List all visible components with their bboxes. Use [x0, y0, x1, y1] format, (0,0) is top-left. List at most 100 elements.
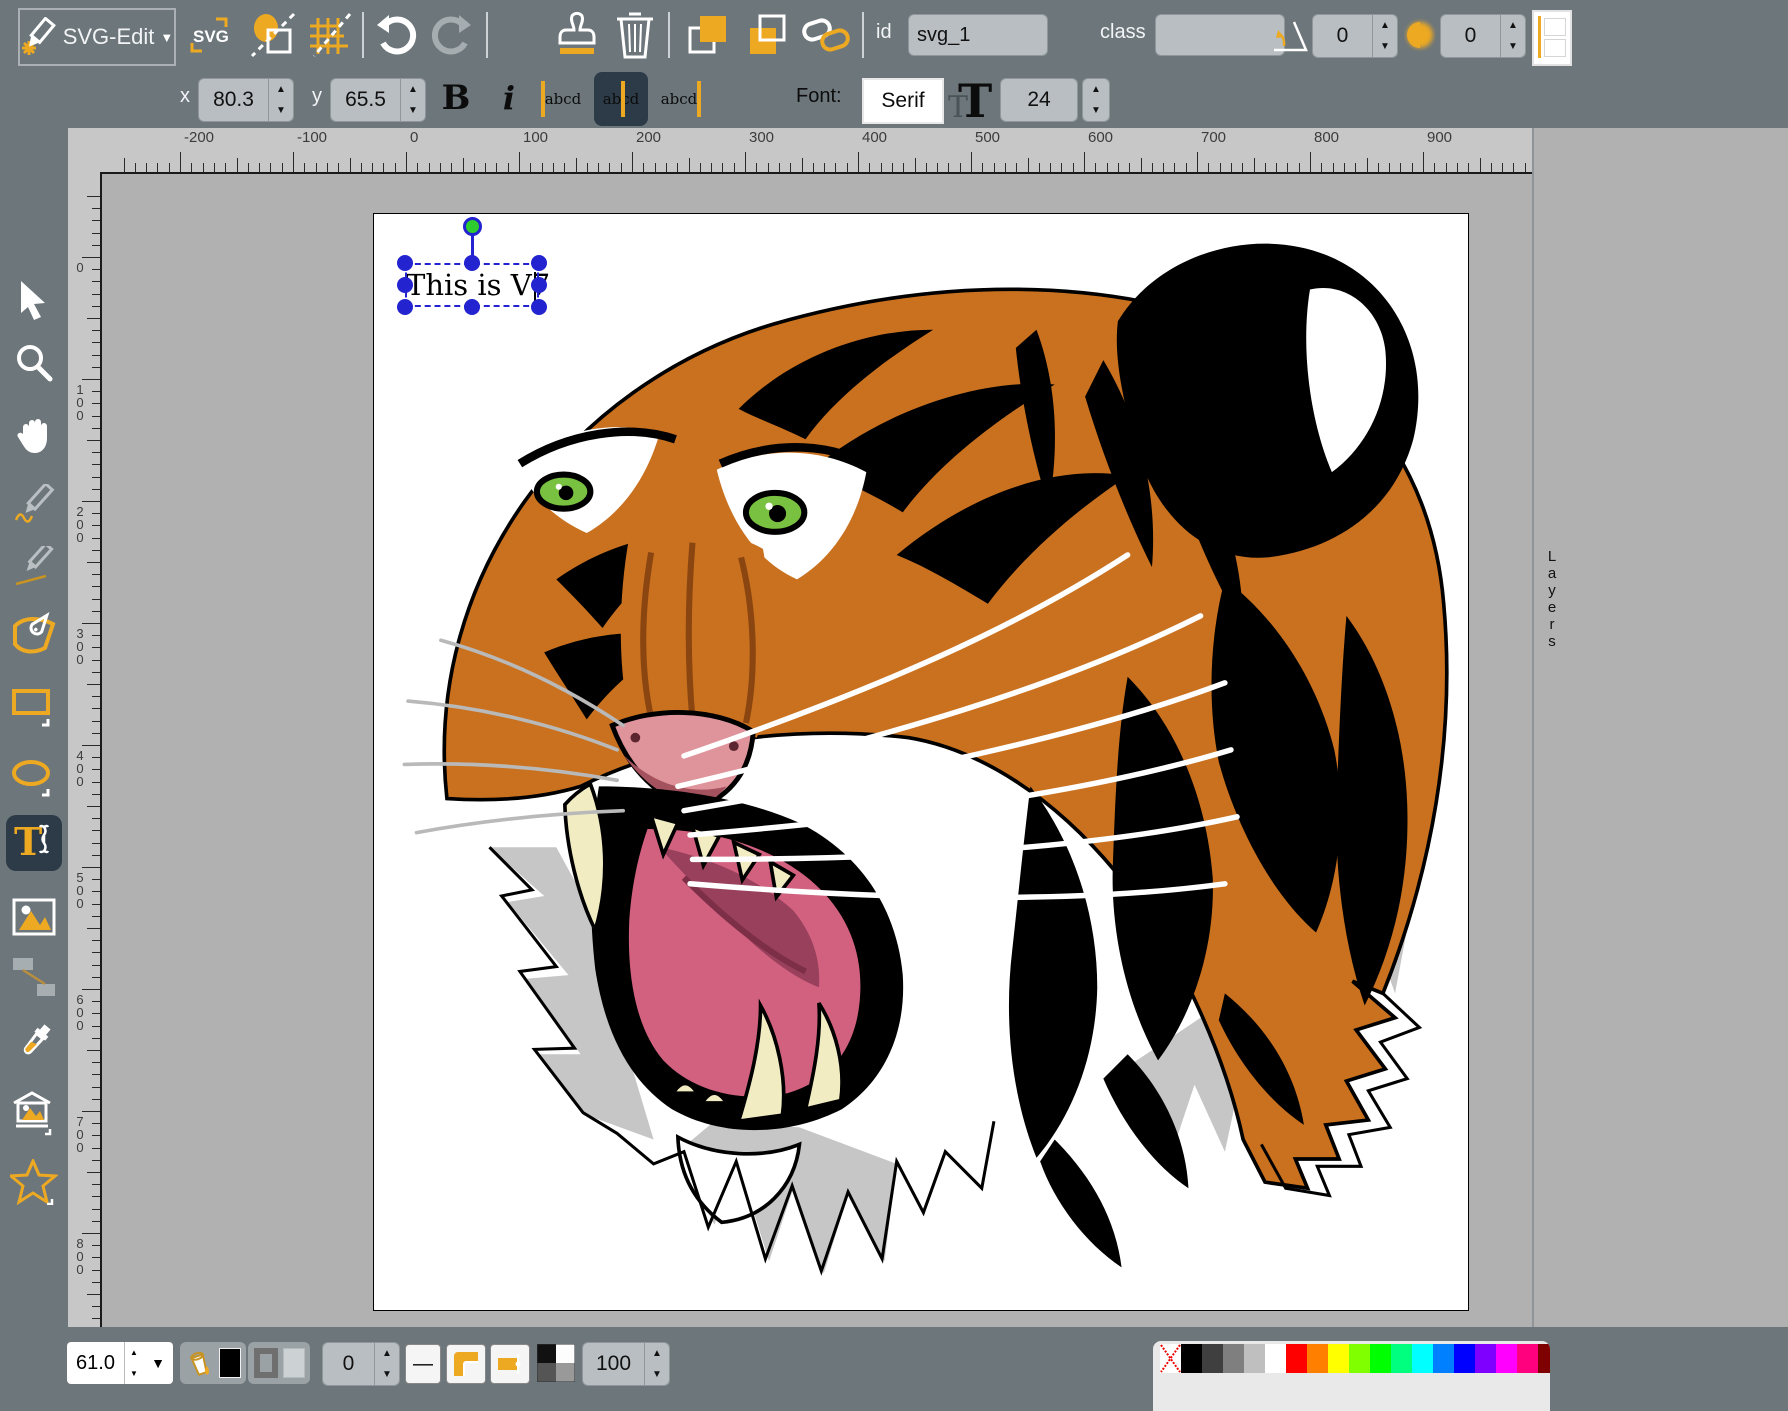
clone-button[interactable] — [552, 10, 602, 60]
tool-pan[interactable] — [6, 407, 62, 463]
tool-eyedropper[interactable] — [6, 1015, 62, 1071]
linecap-button[interactable] — [490, 1344, 530, 1384]
font-size-input[interactable]: 24 — [1000, 78, 1078, 122]
palette-swatch[interactable] — [1244, 1344, 1265, 1373]
class-input[interactable] — [1155, 14, 1285, 56]
palette-swatch[interactable] — [1454, 1344, 1475, 1373]
selection-handle-nw[interactable] — [397, 255, 413, 271]
zoom-control[interactable]: 61.0 ▲ ▼ ▼ — [67, 1342, 173, 1384]
palette-swatch[interactable] — [1517, 1344, 1538, 1373]
blur-input[interactable]: 0 ▲▼ — [1440, 14, 1526, 58]
angle-up-button[interactable]: ▲ — [1373, 15, 1397, 36]
stroke-width-up-button[interactable]: ▲ — [375, 1343, 399, 1364]
tool-connector[interactable] — [6, 949, 62, 1005]
wireframe-mode-button[interactable] — [248, 12, 300, 58]
palette-panel-button[interactable] — [1532, 10, 1572, 66]
grid-button[interactable] — [306, 12, 354, 58]
selection-handle-s[interactable] — [464, 299, 480, 315]
tool-rect[interactable] — [6, 679, 62, 735]
source-editor-button[interactable]: SVG — [186, 15, 232, 55]
palette-swatch[interactable] — [1202, 1344, 1223, 1373]
main-menu-button[interactable]: SVG-Edit ▼ — [18, 8, 176, 66]
tiger-artwork[interactable] — [374, 214, 1468, 1310]
rotation-handle[interactable] — [463, 217, 482, 236]
opacity-down-button[interactable]: ▼ — [645, 1364, 669, 1385]
angle-down-button[interactable]: ▼ — [1373, 36, 1397, 57]
palette-swatch[interactable] — [1265, 1344, 1286, 1373]
selection-handle-sw[interactable] — [397, 299, 413, 315]
undo-button[interactable] — [374, 12, 420, 58]
layers-panel-tab[interactable]: Layers — [1540, 548, 1564, 650]
blur-down-button[interactable]: ▼ — [1501, 36, 1525, 57]
angle-input[interactable]: 0 ▲▼ — [1312, 14, 1398, 58]
align-center-button[interactable]: abcd — [594, 72, 648, 126]
stroke-width-down-button[interactable]: ▼ — [375, 1364, 399, 1385]
tool-pencil[interactable] — [6, 478, 62, 534]
move-to-bottom-button[interactable] — [742, 12, 792, 58]
zoom-up-button[interactable]: ▲ — [125, 1342, 143, 1363]
stroke-color-swatch[interactable] — [283, 1348, 305, 1378]
selection-handle-e[interactable] — [531, 277, 547, 293]
opacity-input[interactable]: 100 ▲▼ — [582, 1342, 670, 1386]
tool-text[interactable]: T — [6, 815, 62, 871]
stroke-dash-select[interactable]: — — [405, 1344, 441, 1384]
svg-canvas[interactable]: This is V7 — [373, 213, 1469, 1311]
align-left-button[interactable]: abcd — [536, 78, 586, 120]
font-size-up-button[interactable]: ▲ — [1083, 79, 1109, 100]
y-down-button[interactable]: ▼ — [401, 100, 425, 121]
tool-zoom[interactable] — [6, 335, 62, 391]
palette-swatch[interactable] — [1223, 1344, 1244, 1373]
font-size-spinner[interactable]: ▲▼ — [1082, 78, 1110, 122]
palette-swatch[interactable] — [1370, 1344, 1391, 1373]
id-input[interactable]: svg_1 — [908, 14, 1048, 56]
tool-image[interactable] — [6, 889, 62, 945]
x-up-button[interactable]: ▲ — [269, 79, 293, 100]
redo-button[interactable] — [428, 12, 474, 58]
palette-swatch[interactable] — [1475, 1344, 1496, 1373]
delete-button[interactable] — [610, 10, 660, 60]
y-up-button[interactable]: ▲ — [401, 79, 425, 100]
palette-swatch[interactable] — [1538, 1344, 1550, 1373]
zoom-dropdown-button[interactable]: ▼ — [143, 1342, 173, 1384]
tool-star[interactable] — [6, 1154, 62, 1210]
fill-color-control[interactable] — [180, 1342, 246, 1384]
linejoin-button[interactable] — [446, 1344, 486, 1384]
align-right-button[interactable]: abcd — [656, 78, 706, 120]
palette-swatch[interactable] — [1349, 1344, 1370, 1373]
palette-swatch[interactable] — [1496, 1344, 1517, 1373]
selection-handle-ne[interactable] — [531, 255, 547, 271]
tool-path[interactable] — [6, 603, 62, 659]
font-family-button[interactable]: Serif — [862, 78, 944, 124]
blur-up-button[interactable]: ▲ — [1501, 15, 1525, 36]
palette-swatch[interactable] — [1181, 1344, 1202, 1373]
palette-swatch-none[interactable] — [1160, 1344, 1181, 1373]
tool-ellipse[interactable] — [6, 751, 62, 807]
side-panel-divider[interactable] — [1532, 128, 1534, 1327]
selection-handle-se[interactable] — [531, 299, 547, 315]
palette-swatch[interactable] — [1412, 1344, 1433, 1373]
stroke-color-control[interactable] — [248, 1342, 310, 1384]
angle-icon — [1272, 16, 1308, 54]
zoom-down-button[interactable]: ▼ — [125, 1363, 143, 1384]
x-down-button[interactable]: ▼ — [269, 100, 293, 121]
bold-button[interactable]: B — [438, 76, 474, 120]
selection-handle-w[interactable] — [397, 277, 413, 293]
x-input[interactable]: 80.3 ▲▼ — [198, 78, 294, 122]
palette-swatch[interactable] — [1328, 1344, 1349, 1373]
tool-shape-library[interactable] — [6, 1085, 62, 1141]
italic-button[interactable]: i — [494, 76, 524, 120]
font-size-down-button[interactable]: ▼ — [1083, 100, 1109, 121]
move-to-top-button[interactable] — [684, 12, 734, 58]
link-button[interactable] — [800, 12, 852, 58]
opacity-up-button[interactable]: ▲ — [645, 1343, 669, 1364]
palette-swatch[interactable] — [1391, 1344, 1412, 1373]
palette-swatch[interactable] — [1286, 1344, 1307, 1373]
stroke-width-input[interactable]: 0 ▲▼ — [322, 1342, 400, 1386]
palette-swatch[interactable] — [1307, 1344, 1328, 1373]
tool-select[interactable] — [6, 272, 62, 328]
tool-line[interactable] — [6, 540, 62, 596]
palette-swatch[interactable] — [1433, 1344, 1454, 1373]
fill-color-swatch[interactable] — [219, 1348, 241, 1378]
y-input[interactable]: 65.5 ▲▼ — [330, 78, 426, 122]
selection-handle-n[interactable] — [464, 255, 480, 271]
